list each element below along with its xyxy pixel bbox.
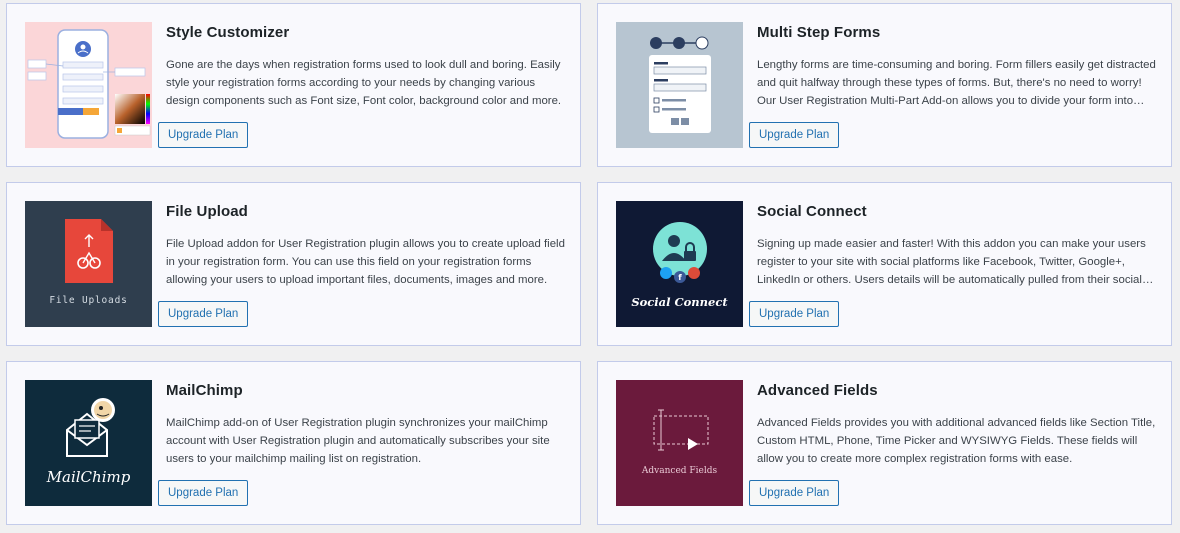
addon-card-social-connect: f Social Connect Social Connect Signing … (597, 182, 1172, 346)
addon-title: File Upload (166, 203, 248, 220)
addon-description: Signing up made easier and faster! With … (757, 238, 1146, 286)
svg-text:f: f (678, 273, 682, 282)
addon-card-mailchimp: MailChimp MailChimp MailChimp add-on of … (6, 361, 581, 525)
thumb-caption: Advanced Fields (641, 466, 718, 476)
advanced-fields-icon: Advanced Fields (616, 380, 743, 506)
addon-description: MailChimp add-on of User Registration pl… (166, 417, 550, 465)
addon-title: Style Customizer (166, 24, 290, 41)
thumb-caption: MailChimp (46, 468, 131, 486)
social-connect-icon: f Social Connect (616, 201, 743, 327)
upgrade-plan-button[interactable]: Upgrade Plan (749, 122, 840, 148)
addon-title: Social Connect (757, 203, 867, 220)
upgrade-plan-button[interactable]: Upgrade Plan (158, 480, 249, 506)
addon-description: Lengthy forms are time-consuming and bor… (757, 59, 1156, 107)
mailchimp-icon: MailChimp (25, 380, 152, 506)
addon-card-advanced-fields: Advanced Fields Advanced Fields Advanced… (597, 361, 1172, 525)
addon-description: Advanced Fields provides you with additi… (757, 417, 1156, 465)
thumb-caption: Social Connect (631, 295, 728, 309)
addon-title: Multi Step Forms (757, 24, 881, 41)
thumb-caption: File Uploads (49, 295, 128, 306)
upgrade-plan-button[interactable]: Upgrade Plan (158, 122, 249, 148)
multi-step-form-icon (616, 22, 743, 148)
style-customizer-icon (25, 22, 152, 148)
addon-title: Advanced Fields (757, 382, 878, 399)
addon-description: Gone are the days when registration form… (166, 59, 562, 107)
file-upload-icon: File Uploads (25, 201, 152, 327)
addon-title: MailChimp (166, 382, 243, 399)
upgrade-plan-button[interactable]: Upgrade Plan (158, 301, 249, 327)
addon-card-file-upload: File Uploads File Upload File Upload add… (6, 182, 581, 346)
upgrade-plan-button[interactable]: Upgrade Plan (749, 301, 840, 327)
upgrade-plan-button[interactable]: Upgrade Plan (749, 480, 840, 506)
addon-card-style-customizer: Style Customizer Gone are the days when … (6, 3, 581, 167)
addon-card-multi-step-forms: Multi Step Forms Lengthy forms are time-… (597, 3, 1172, 167)
addon-description: File Upload addon for User Registration … (166, 238, 565, 286)
